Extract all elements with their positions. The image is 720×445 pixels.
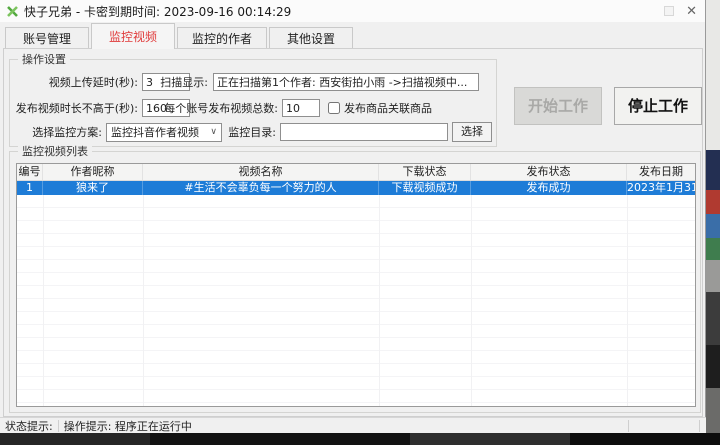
taskbar-seg [410, 433, 570, 445]
desktop-icon-red [706, 190, 720, 214]
grid-line [471, 195, 472, 407]
scan-display-label: 扫描显示: [152, 74, 208, 90]
cell-publish-status: 发布成功 [471, 181, 627, 195]
choose-directory-button[interactable]: 选择 [452, 122, 492, 142]
column-header-video-name[interactable]: 视频名称 [143, 164, 379, 180]
maximize-button[interactable] [664, 6, 674, 16]
max-duration-label: 发布视频时长不高于(秒): [10, 100, 138, 116]
monitor-plan-select[interactable]: 监控抖音作者视频 ∨ [106, 123, 222, 142]
upload-delay-label: 视频上传延时(秒): [10, 74, 138, 90]
grid-line [143, 195, 144, 407]
table-header-row: 编号 作者昵称 视频名称 下载状态 发布状态 发布日期 [17, 164, 695, 181]
window-title: 快子兄弟 - 卡密到期时间: 2023-09-16 00:14:29 [24, 3, 291, 20]
monitor-plan-label: 选择监控方案: [10, 124, 102, 140]
table-empty-area [17, 195, 695, 407]
status-divider [628, 420, 629, 432]
column-header-number[interactable]: 编号 [17, 164, 43, 180]
settings-row-3: 选择监控方案: 监控抖音作者视频 ∨ 监控目录: 选择 [10, 122, 496, 142]
desktop-icon-darkgray [706, 292, 720, 345]
table-row[interactable]: 1 狼来了 #生活不会辜负每一个努力的人 下载视频成功 发布成功 2023年1月… [17, 181, 695, 195]
desktop-icon-gray [706, 260, 720, 292]
cell-number: 1 [17, 181, 43, 195]
video-list-table: 编号 作者昵称 视频名称 下载状态 发布状态 发布日期 1 狼来了 #生活不会辜… [16, 163, 696, 407]
column-header-publish-date[interactable]: 发布日期 [627, 164, 695, 180]
settings-row-1: 视频上传延时(秒): 扫描显示: [10, 72, 496, 92]
start-work-button[interactable]: 开始工作 [514, 87, 602, 125]
monitor-video-list-title: 监控视频列表 [18, 145, 92, 158]
cell-author: 狼来了 [43, 181, 143, 195]
tab-account-management[interactable]: 账号管理 [5, 27, 89, 49]
monitor-dir-label: 监控目录: [222, 124, 276, 140]
desktop-bg [706, 0, 720, 150]
monitor-plan-value: 监控抖音作者视频 [111, 124, 199, 140]
relate-product-checkbox-wrap[interactable]: 发布商品关联商品 [328, 100, 432, 116]
tab-monitor-video[interactable]: 监控视频 [91, 23, 175, 49]
column-header-author[interactable]: 作者昵称 [43, 164, 143, 180]
operation-settings-title: 操作设置 [18, 53, 70, 66]
close-icon[interactable]: ✕ [684, 5, 699, 18]
desktop-icon-navy [706, 150, 720, 190]
status-divider [699, 420, 700, 432]
tab-monitored-authors[interactable]: 监控的作者 [177, 27, 267, 49]
app-window: 快子兄弟 - 卡密到期时间: 2023-09-16 00:14:29 ✕ 账号管… [0, 0, 706, 433]
desktop-icon-black [706, 345, 720, 388]
caption-buttons: ✕ [664, 5, 699, 18]
grid-line [379, 195, 380, 407]
grid-line [43, 195, 44, 407]
grid-line [627, 195, 628, 407]
per-account-input[interactable] [282, 99, 320, 117]
per-account-label: 每个账号发布视频总数: [152, 100, 278, 116]
status-bar: 状态提示: 操作提示: 程序正在运行中 [0, 417, 706, 433]
relate-product-checkbox-label[interactable]: 发布商品关联商品 [344, 100, 432, 116]
relate-product-checkbox[interactable] [328, 102, 340, 114]
desktop-icon-green [706, 238, 720, 260]
app-logo-icon [6, 5, 19, 18]
settings-row-2: 发布视频时长不高于(秒): 每个账号发布视频总数: 发布商品关联商品 [10, 98, 496, 118]
title-bar: 快子兄弟 - 卡密到期时间: 2023-09-16 00:14:29 ✕ [0, 0, 705, 22]
operation-hint-label: 操作提示: 程序正在运行中 [59, 418, 197, 434]
taskbar-seg [0, 433, 150, 445]
cell-publish-date: 2023年1月31 [627, 181, 695, 195]
operation-settings-group: 操作设置 视频上传延时(秒): 扫描显示: 发布视频时长不高于(秒): 每个账号… [9, 59, 497, 147]
cell-download-status: 下载视频成功 [379, 181, 471, 195]
taskbar-seg [570, 433, 720, 445]
status-hint-label: 状态提示: [0, 418, 58, 434]
taskbar-seg [150, 433, 410, 445]
desktop-icon-blue [706, 214, 720, 238]
monitor-dir-input[interactable] [280, 123, 448, 141]
desktop-icon-midgray [706, 388, 720, 433]
tab-bar: 账号管理 监控视频 监控的作者 其他设置 [5, 25, 355, 49]
tab-other-settings[interactable]: 其他设置 [269, 27, 353, 49]
tab-content-panel: 操作设置 视频上传延时(秒): 扫描显示: 发布视频时长不高于(秒): 每个账号… [3, 48, 703, 417]
column-header-publish-status[interactable]: 发布状态 [471, 164, 627, 180]
desktop-edge-strip [706, 0, 720, 433]
column-header-download-status[interactable]: 下载状态 [379, 164, 471, 180]
chevron-down-icon: ∨ [210, 127, 217, 137]
taskbar-edge-strip [0, 433, 720, 445]
scan-display-input[interactable] [213, 73, 479, 91]
cell-video-name: #生活不会辜负每一个努力的人 [143, 181, 379, 195]
screen: 快子兄弟 - 卡密到期时间: 2023-09-16 00:14:29 ✕ 账号管… [0, 0, 720, 445]
monitor-video-list-group: 监控视频列表 编号 作者昵称 视频名称 下载状态 发布状态 发布日期 1 狼来了… [9, 151, 701, 413]
stop-work-button[interactable]: 停止工作 [614, 87, 702, 125]
